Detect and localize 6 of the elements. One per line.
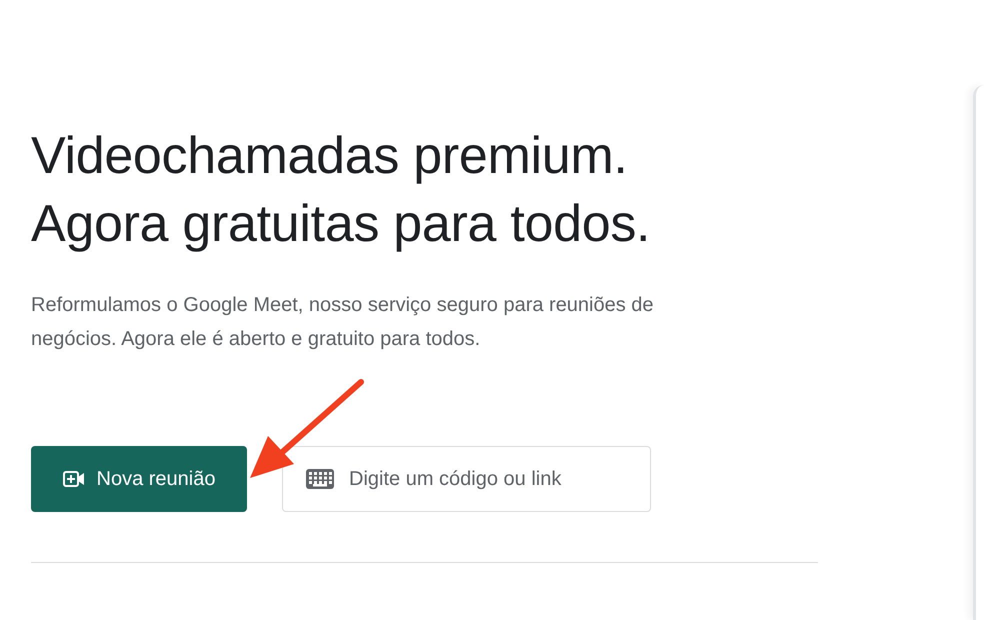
meeting-code-field[interactable]: Digite um código ou link	[282, 446, 651, 512]
keyboard-icon	[306, 469, 334, 489]
headline: Videochamadas premium. Agora gratuitas para todos.	[31, 126, 652, 255]
new-meeting-button[interactable]: Nova reunião	[31, 446, 247, 512]
video-plus-icon	[62, 470, 85, 488]
description: Reformulamos o Google Meet, nosso serviço seguro para reuniões de negócios. Agora ele é aberto e gratuito para todos.	[31, 293, 655, 352]
